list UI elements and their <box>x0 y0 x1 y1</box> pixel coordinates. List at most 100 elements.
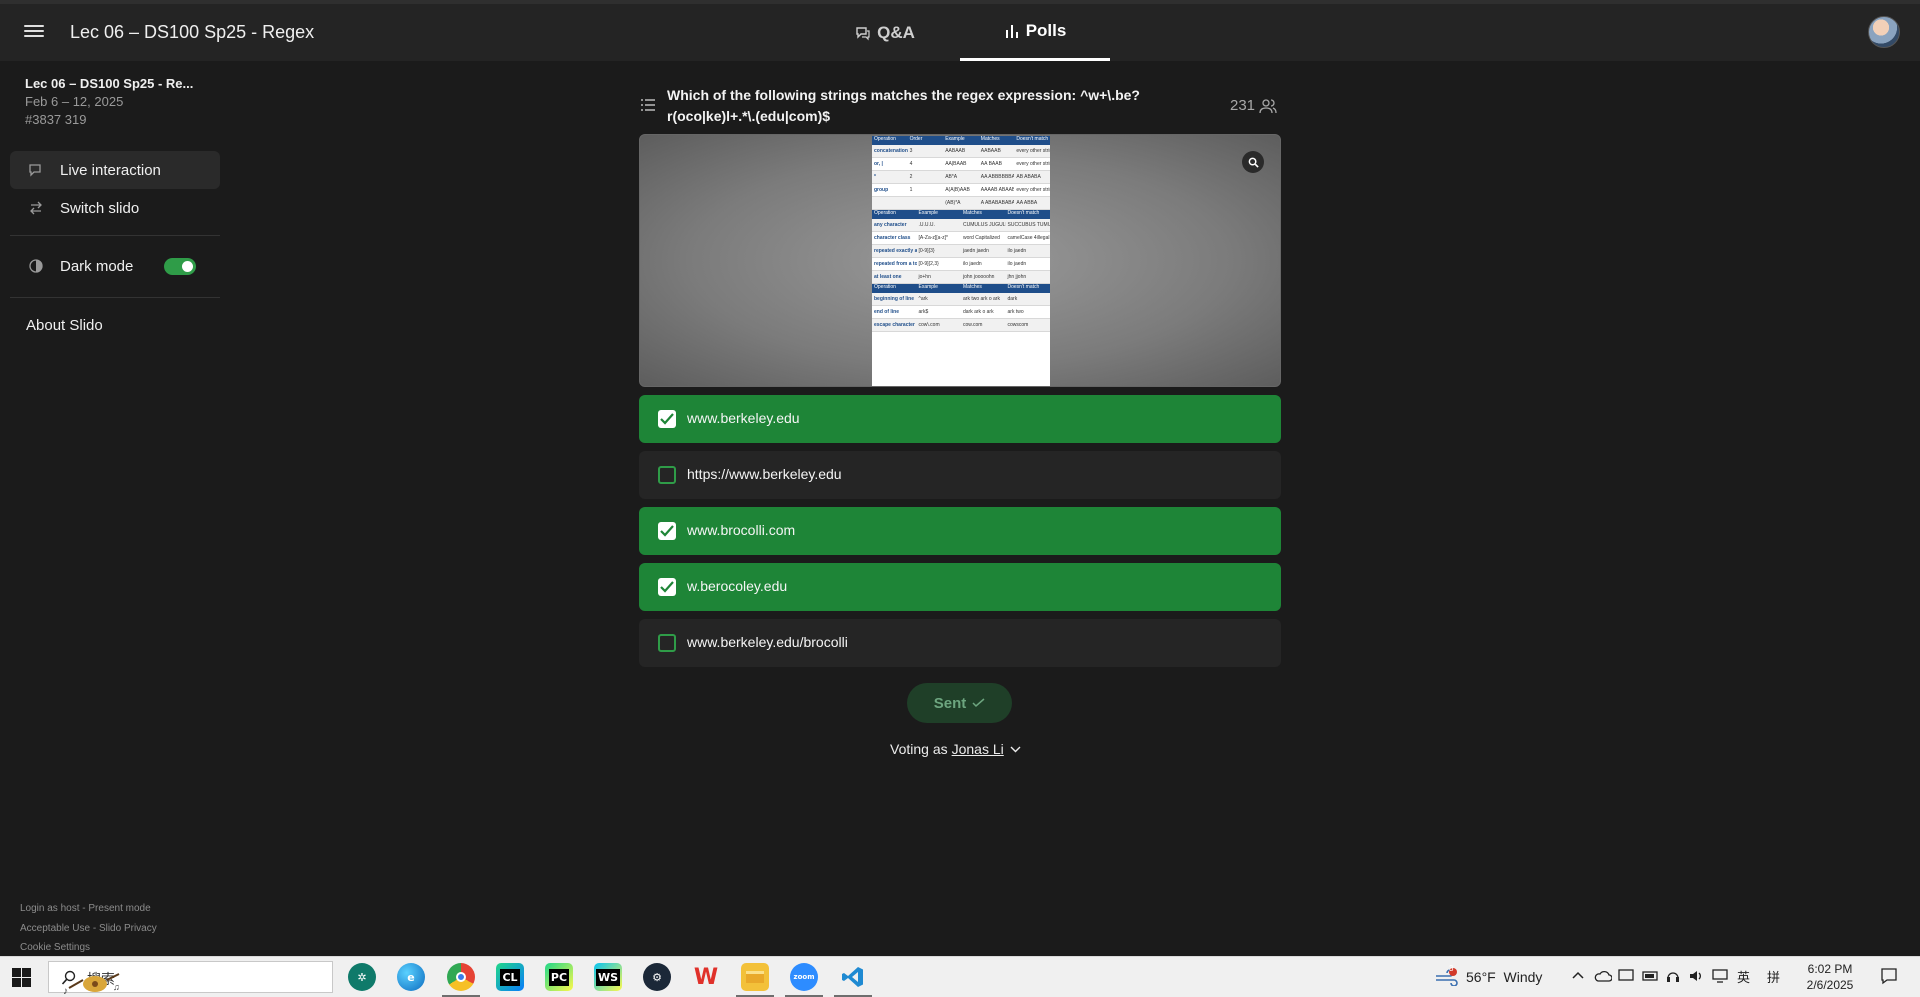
sidebar-divider <box>10 297 220 298</box>
participant-count-value: 231 <box>1230 97 1256 114</box>
table-header-cell: Operation <box>874 284 896 290</box>
dark-mode-toggle[interactable] <box>164 258 196 275</box>
table-cell: jaedn jaedn <box>963 248 989 254</box>
check-icon <box>660 525 674 537</box>
table-header-cell: Example <box>945 136 965 142</box>
tab-qa-label: Q&A <box>877 22 915 42</box>
table-row: escape character cow\.com cow.com cowscom <box>872 319 1050 332</box>
poll-option-1[interactable]: www.berkeley.edu <box>639 395 1281 443</box>
clock-date: 2/6/2025 <box>1806 978 1854 992</box>
voter-name-link[interactable]: Jonas Li <box>952 741 1004 757</box>
file-explorer-icon[interactable] <box>741 963 769 991</box>
table-cell: * <box>874 174 876 180</box>
checkbox-unchecked[interactable] <box>658 634 676 652</box>
display-icon[interactable] <box>1618 969 1634 983</box>
table-header-cell: Operation <box>874 210 896 216</box>
ime-language-indicator[interactable]: 英 <box>1737 967 1750 986</box>
pycharm-icon[interactable]: PC <box>545 963 573 991</box>
regex-reference-table-image: Operation Order Example Matches Doesn't matc… <box>872 136 1050 386</box>
network-icon[interactable] <box>1712 969 1728 983</box>
webstorm-label: WS <box>595 968 621 986</box>
table-cell: any character <box>874 222 907 228</box>
table-cell: AB*A <box>945 174 958 180</box>
check-icon <box>660 413 674 425</box>
table-row: repeated from a to b times[0-9]{2,3} ilo … <box>872 258 1050 271</box>
checkbox-checked[interactable] <box>658 410 676 428</box>
sidebar-event-code: #3837 319 <box>25 112 87 127</box>
switch-icon <box>30 201 42 215</box>
table-row: * 2 AB*A AA ABBBBBBA AB ABABA <box>872 171 1050 184</box>
tab-qa[interactable]: Q&A <box>830 4 940 61</box>
table-cell: AAAAB ABAAB <box>980 187 1015 193</box>
table-cell: AABAAB <box>980 148 1001 154</box>
poll-list-icon <box>641 99 655 111</box>
poll-option-5[interactable]: www.berkeley.edu/brocolli <box>639 619 1281 667</box>
windows-start-icon[interactable] <box>12 968 31 987</box>
table-cell: beginning of line <box>874 296 914 302</box>
table-header-cell: Doesn't match <box>1016 136 1049 142</box>
check-icon <box>660 581 674 593</box>
taskbar-clock[interactable]: 6:02 PM 2/6/2025 <box>1800 961 1860 993</box>
checkbox-checked[interactable] <box>658 522 676 540</box>
webstorm-icon[interactable]: WS <box>594 963 622 991</box>
table-header-row: Operation Order Example Matches Doesn't matc… <box>872 136 1050 145</box>
weather-text: 56°F Windy <box>1466 969 1543 985</box>
onedrive-cloud-icon[interactable] <box>1594 969 1612 983</box>
poll-question-line-2: r(oco|ke)l+.*\.(edu|com)$ <box>667 108 831 124</box>
sent-button[interactable]: Sent <box>907 683 1012 723</box>
table-cell: AA BAAB <box>980 161 1002 167</box>
table-cell: 3 <box>909 148 913 154</box>
table-row: any character .U.U.U. CUMULUS JUGULUMSUCCU… <box>872 219 1050 232</box>
chevron-up-icon[interactable] <box>1572 971 1584 979</box>
poll-image[interactable]: Operation Order Example Matches Doesn't matc… <box>639 134 1281 387</box>
chat-icon <box>29 164 41 177</box>
acceptable-use-link[interactable]: Acceptable Use <box>20 923 90 934</box>
headset-icon[interactable] <box>1666 969 1680 983</box>
zoom-icon[interactable]: zoom <box>790 963 818 991</box>
table-row: beginning of line ^ark ark two ark o ark da… <box>872 293 1050 306</box>
checkbox-checked[interactable] <box>658 578 676 596</box>
table-cell: AB ABABA <box>1016 174 1041 180</box>
clion-icon[interactable]: CL <box>496 963 524 991</box>
checkbox-unchecked[interactable] <box>658 466 676 484</box>
taskbar-search-input[interactable]: 搜索 ♪♫ <box>48 961 333 996</box>
poll-option-3[interactable]: www.brocolli.com <box>639 507 1281 555</box>
table-cell: cowscom <box>1007 322 1029 328</box>
cookie-settings-link[interactable]: Cookie Settings <box>20 942 90 953</box>
sidebar-item-switch-slido[interactable]: Switch slido <box>10 189 220 227</box>
chrome-icon[interactable] <box>447 963 475 991</box>
login-as-host-link[interactable]: Login as host <box>20 903 80 914</box>
table-cell: repeated exactly a times <box>874 248 917 254</box>
table-row: at least one jo+hn john jooooohn jhn jjohn <box>872 271 1050 284</box>
avatar[interactable] <box>1868 16 1900 48</box>
table-header-cell: Example <box>918 210 938 216</box>
poll-option-2[interactable]: https://www.berkeley.edu <box>639 451 1281 499</box>
zoom-image-button[interactable] <box>1242 151 1264 173</box>
table-header-cell: Doesn't match <box>1007 284 1040 290</box>
chatgpt-icon[interactable]: ✲ <box>348 963 376 991</box>
chevron-down-icon[interactable] <box>1010 746 1021 753</box>
edge-icon[interactable]: e <box>397 963 425 991</box>
ime-mode-indicator[interactable]: 拼 <box>1767 967 1780 986</box>
footer-separator: - <box>90 923 99 934</box>
privacy-link[interactable]: Slido Privacy <box>99 923 157 934</box>
sidebar-item-live-interaction[interactable]: Live interaction <box>10 151 220 189</box>
event-title: Lec 06 – DS100 Sp25 - Regex <box>70 22 315 42</box>
sidebar-event-dates: Feb 6 – 12, 2025 <box>25 94 124 109</box>
volume-icon[interactable] <box>1688 969 1704 983</box>
vscode-icon[interactable] <box>839 963 867 991</box>
table-cell: AA|BAAB <box>945 161 967 167</box>
about-slido-link[interactable]: About Slido <box>26 317 103 334</box>
tab-polls[interactable]: Polls <box>960 4 1110 61</box>
poll-option-4[interactable]: w.berocoley.edu <box>639 563 1281 611</box>
hamburger-menu-icon[interactable] <box>24 22 44 42</box>
weather-widget[interactable]: 3 56°F Windy <box>1434 964 1543 986</box>
notification-center-icon[interactable] <box>1880 967 1898 985</box>
present-mode-link[interactable]: Present mode <box>88 903 150 914</box>
wps-icon[interactable]: W <box>692 963 720 991</box>
zoom-label: zoom <box>793 973 815 981</box>
steam-icon[interactable]: ⚙ <box>643 963 671 991</box>
battery-icon[interactable] <box>1642 969 1660 983</box>
table-cell: ilo jaedn <box>1007 248 1027 254</box>
voting-as: Voting as Jonas Li <box>890 741 1021 757</box>
